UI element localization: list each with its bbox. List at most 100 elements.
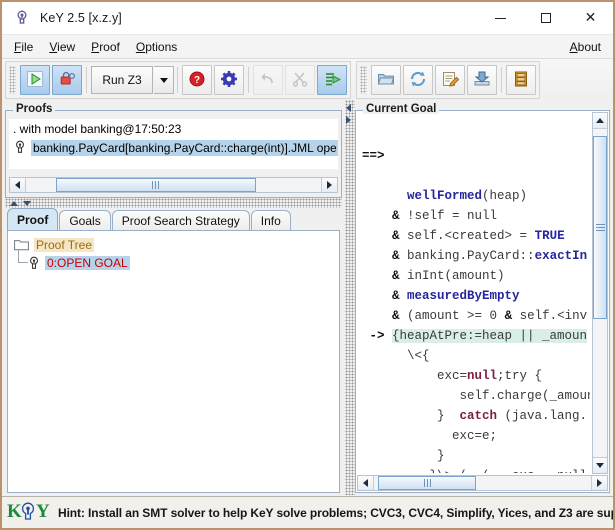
run-solver-button[interactable]: Run Z3 bbox=[91, 66, 153, 94]
reload-button[interactable] bbox=[403, 65, 433, 95]
proof-settings-button[interactable] bbox=[214, 65, 244, 95]
proofs-list[interactable]: . with model banking@17:50:23 banking.Pa… bbox=[9, 119, 338, 169]
menu-proof-rest: roof bbox=[99, 39, 120, 54]
proofs-list-item-1-label: banking.PayCard[banking.PayCard::charge(… bbox=[31, 139, 338, 156]
play-icon bbox=[26, 70, 44, 91]
goal-hscroll-track[interactable] bbox=[374, 476, 591, 490]
chevron-left-icon bbox=[15, 181, 20, 189]
scissors-icon bbox=[291, 70, 309, 91]
svg-text:K: K bbox=[7, 501, 22, 522]
sequent-token: !self = null bbox=[407, 209, 498, 223]
sequent-indent bbox=[362, 469, 430, 473]
toolbar-separator-2 bbox=[177, 67, 178, 93]
menu-options[interactable]: Options bbox=[128, 37, 185, 57]
right-pane: Current Goal ==> wellFormed(heap) & !sel… bbox=[355, 102, 610, 493]
help-button[interactable]: ? bbox=[182, 65, 212, 95]
sequent-indent bbox=[362, 429, 452, 443]
maximize-icon bbox=[540, 13, 551, 23]
sequent-line: wellFormed(heap) bbox=[362, 186, 590, 206]
tree-row-root[interactable]: Proof Tree bbox=[14, 236, 339, 254]
sequent-token: exactIn bbox=[534, 249, 588, 263]
prune-button[interactable] bbox=[285, 65, 315, 95]
tab-proof-search-strategy[interactable]: Proof Search Strategy bbox=[111, 210, 250, 231]
scroll-left-button[interactable] bbox=[358, 476, 374, 490]
run-solver-dropdown-button[interactable] bbox=[154, 66, 174, 94]
stop-at-breakpoint-button[interactable] bbox=[52, 65, 82, 95]
menu-view-rest: iew bbox=[57, 39, 76, 54]
scroll-right-button[interactable] bbox=[591, 476, 607, 490]
main-vertical-splitter[interactable] bbox=[345, 100, 355, 495]
sequent-token: ;try { bbox=[497, 369, 543, 383]
menu-view[interactable]: View bbox=[41, 37, 83, 57]
splitter-collapse-right-icon[interactable] bbox=[346, 116, 351, 124]
sequent-line: & self.<created> = TRUE bbox=[362, 226, 590, 246]
proof-management-button[interactable] bbox=[506, 65, 536, 95]
left-tabstrip: Proof Goals Proof Search Strategy Info bbox=[5, 208, 342, 231]
start-proof-button[interactable] bbox=[20, 65, 50, 95]
scroll-up-button[interactable] bbox=[593, 113, 607, 129]
menu-proof[interactable]: Proof bbox=[83, 37, 128, 57]
proofs-hscroll-track[interactable] bbox=[26, 178, 321, 192]
tab-goals[interactable]: Goals bbox=[59, 210, 111, 231]
save-button[interactable] bbox=[467, 65, 497, 95]
close-button[interactable]: ✕ bbox=[568, 2, 613, 34]
goal-hscrollbar[interactable] bbox=[357, 475, 608, 491]
open-file-button[interactable] bbox=[371, 65, 401, 95]
goal-vscroll-thumb[interactable] bbox=[593, 135, 607, 320]
sequent-indent bbox=[362, 229, 392, 243]
maximize-button[interactable] bbox=[523, 2, 568, 34]
sequent-line: & measuredByEmpty bbox=[362, 286, 590, 306]
sequent-token: \<{ bbox=[407, 349, 430, 363]
proof-tree[interactable]: Proof Tree 0:OPEN GOAL bbox=[8, 231, 339, 272]
menu-options-mnemonic: O bbox=[135, 39, 146, 54]
scroll-right-button[interactable] bbox=[321, 178, 337, 192]
tab-proof[interactable]: Proof bbox=[7, 208, 59, 231]
key-application-window: KeY 2.5 [x.z.y] ✕ File View Proof Option… bbox=[0, 0, 615, 530]
scroll-left-button[interactable] bbox=[10, 178, 26, 192]
keyhole-icon bbox=[14, 10, 30, 26]
proofs-panel-title: Proofs bbox=[13, 103, 56, 115]
toolbar-separator-4 bbox=[501, 67, 502, 93]
list-item[interactable]: . with model banking@17:50:23 bbox=[9, 119, 338, 138]
current-goal-viewport[interactable]: ==> wellFormed(heap) & !self = null & se… bbox=[358, 114, 590, 473]
scroll-down-button[interactable] bbox=[593, 457, 607, 473]
run-strategy-button[interactable] bbox=[317, 65, 347, 95]
undo-button[interactable] bbox=[253, 65, 283, 95]
menu-file-rest: ile bbox=[21, 39, 34, 54]
proofs-hscrollbar[interactable] bbox=[9, 177, 338, 193]
toolbar: Run Z3 ? bbox=[2, 59, 613, 102]
edit-button[interactable] bbox=[435, 65, 465, 95]
sequent-token: self.charge(_amoun bbox=[459, 389, 590, 403]
goal-hscroll-thumb[interactable] bbox=[378, 476, 476, 490]
toolbar-grip-icon[interactable] bbox=[9, 66, 16, 94]
sequent-line: \<{ bbox=[362, 346, 590, 366]
sequent-indent bbox=[362, 369, 437, 383]
splitter-collapse-down-icon[interactable] bbox=[23, 201, 31, 206]
sequent-token: (amount >= 0 bbox=[407, 309, 505, 323]
menu-file[interactable]: File bbox=[6, 37, 41, 57]
sequent-text[interactable]: ==> wellFormed(heap) & !self = null & se… bbox=[358, 114, 590, 473]
list-item[interactable]: banking.PayCard[banking.PayCard::charge(… bbox=[9, 138, 338, 157]
sequent-line: } bbox=[362, 446, 590, 466]
splitter-collapse-up-icon[interactable] bbox=[10, 201, 18, 206]
sequent-indent bbox=[362, 309, 392, 323]
left-pane-horizontal-splitter[interactable] bbox=[5, 198, 342, 208]
status-message: Hint: Install an SMT solver to help KeY … bbox=[58, 505, 613, 520]
goal-vscroll-track[interactable] bbox=[593, 129, 607, 457]
tab-info[interactable]: Info bbox=[250, 210, 291, 231]
goal-vscrollbar[interactable] bbox=[592, 112, 608, 474]
sequent-line: exc=e; bbox=[362, 426, 590, 446]
menu-about[interactable]: About bbox=[562, 37, 609, 57]
sequent-indent bbox=[362, 289, 392, 303]
splitter-collapse-left-icon[interactable] bbox=[346, 104, 351, 112]
toolbar-grip-icon-2[interactable] bbox=[360, 66, 367, 94]
minimize-button[interactable] bbox=[478, 2, 523, 34]
sequent-token: null bbox=[467, 369, 498, 383]
sequent-token: -> bbox=[369, 329, 393, 343]
sequent-line: & !self = null bbox=[362, 206, 590, 226]
sequent-token: & bbox=[392, 209, 408, 223]
tree-row-open-goal[interactable]: 0:OPEN GOAL bbox=[14, 249, 339, 272]
proofs-hscroll-thumb[interactable] bbox=[55, 178, 257, 192]
sequent-token: (java.lang. bbox=[497, 409, 588, 423]
tree-connector-icon bbox=[18, 249, 28, 263]
